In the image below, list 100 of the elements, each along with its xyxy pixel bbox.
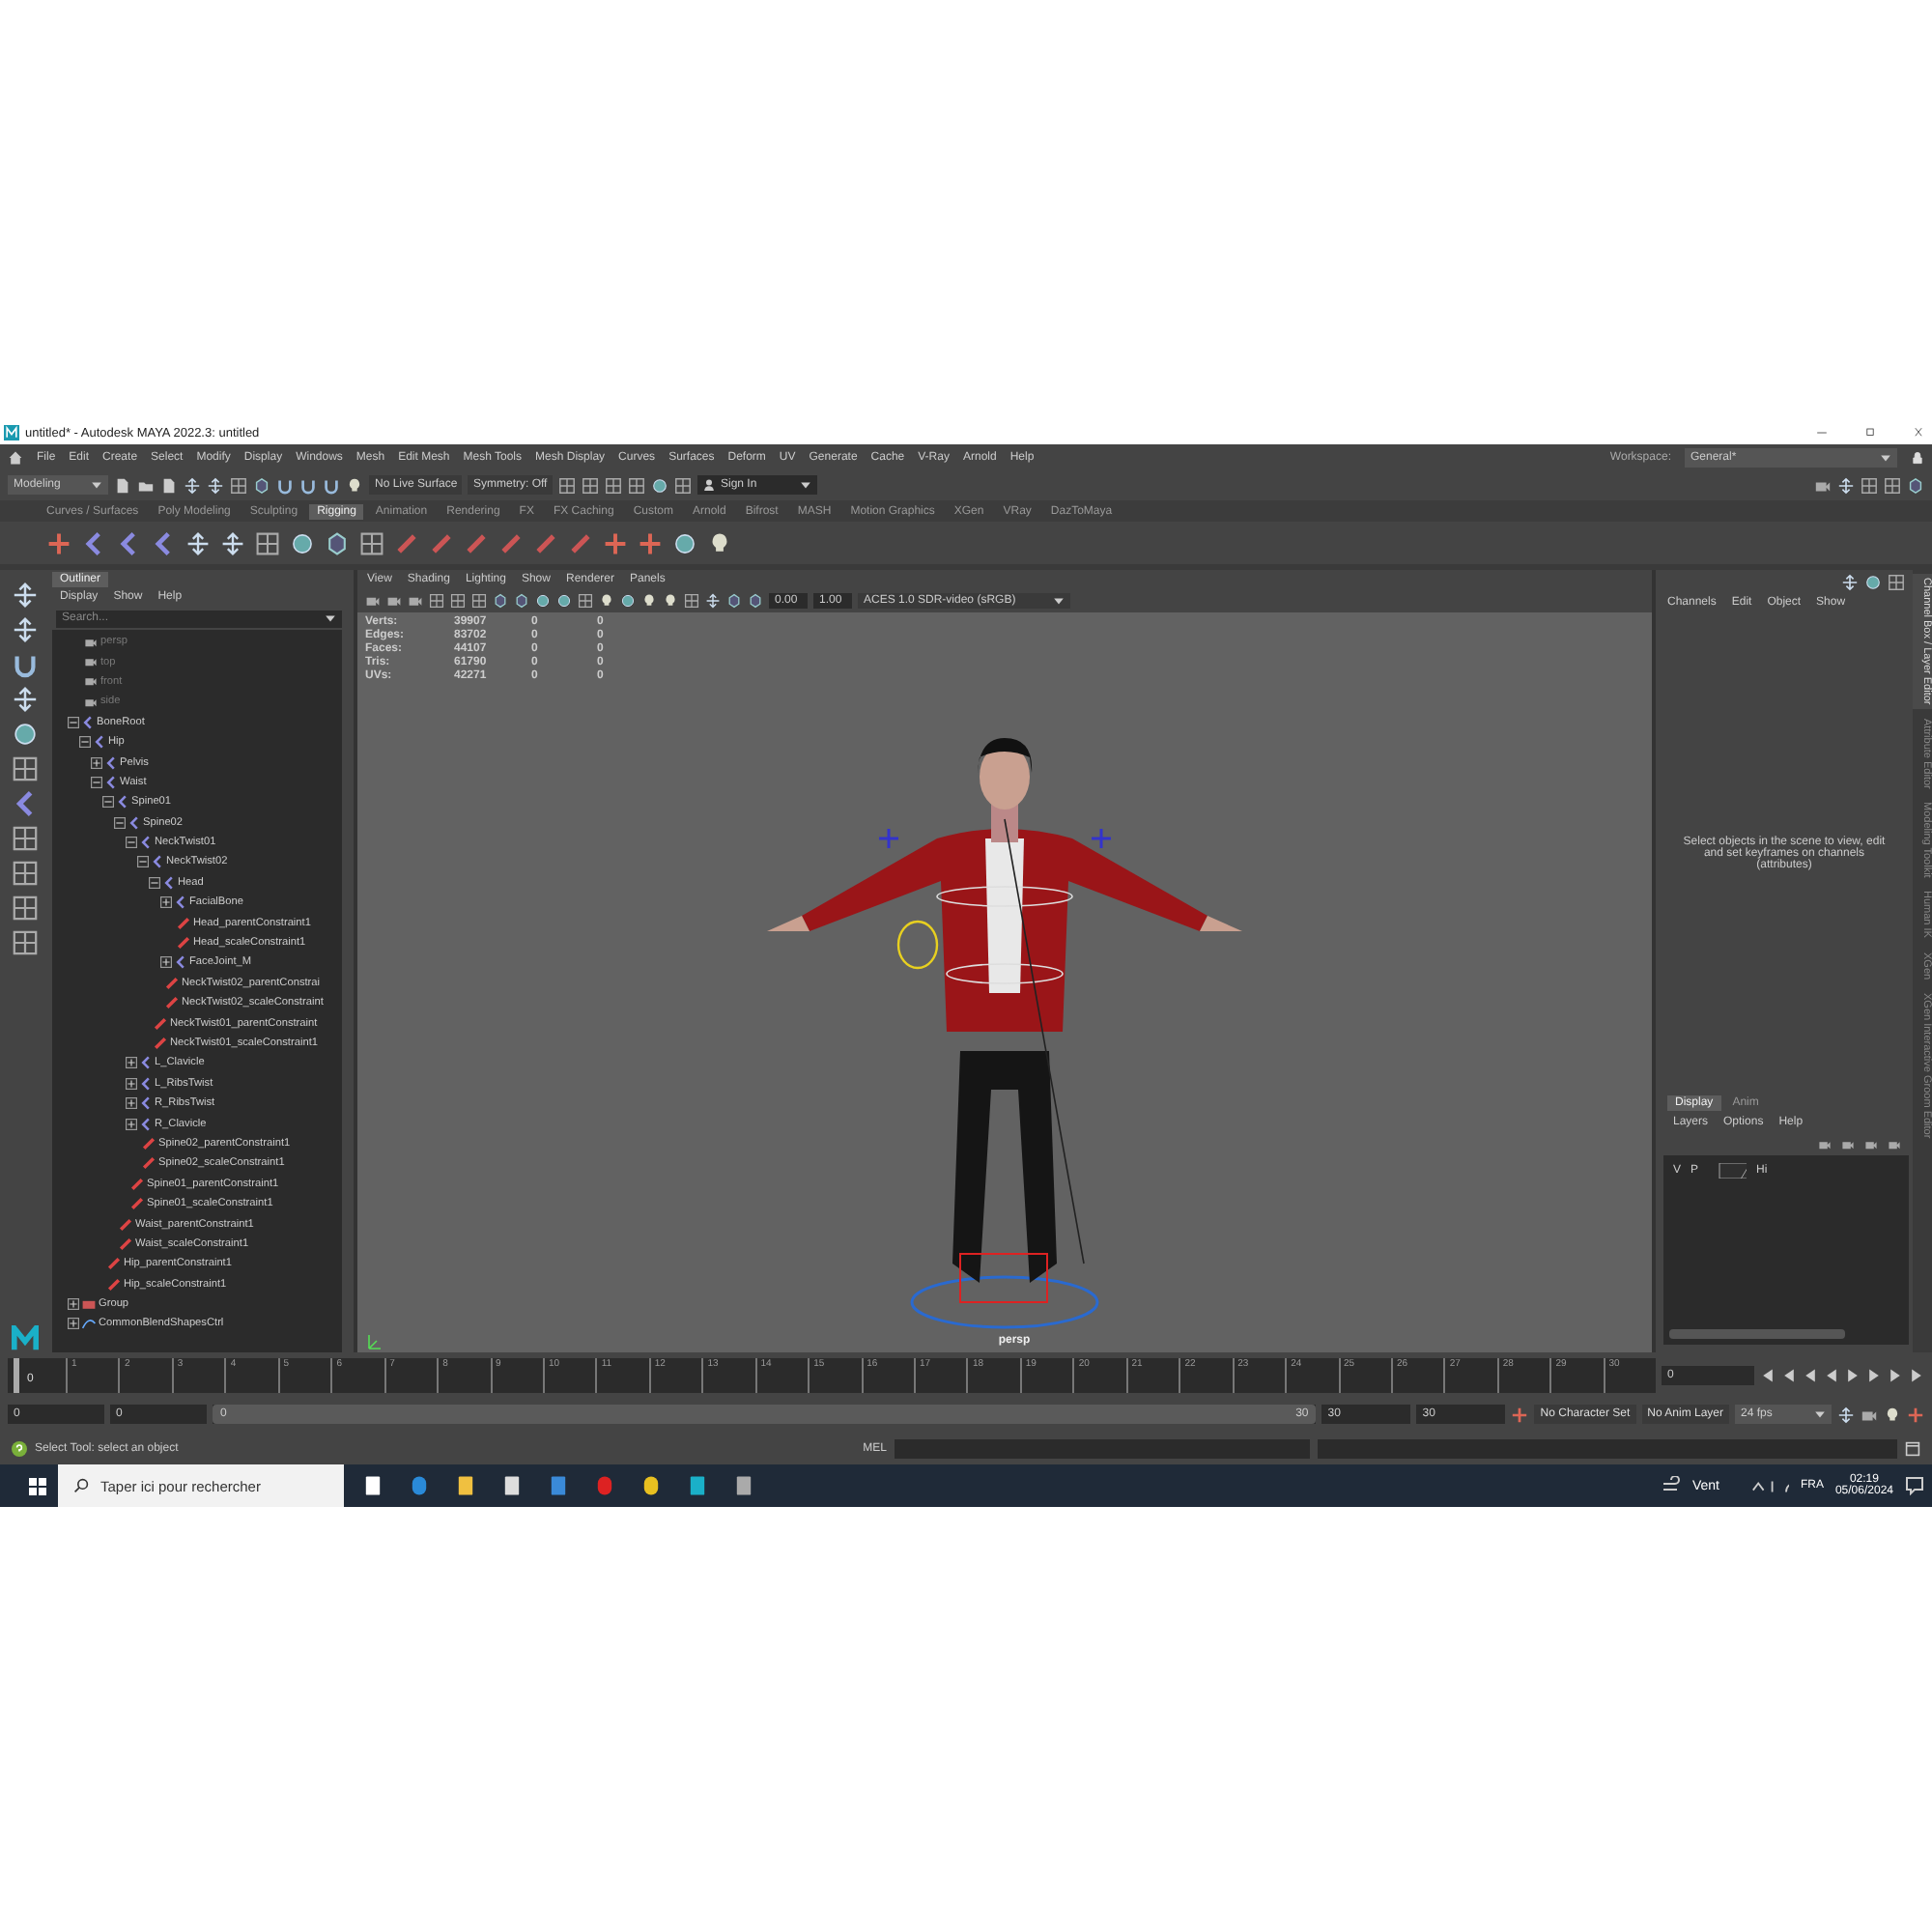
bulb-icon[interactable]	[707, 530, 732, 555]
expand-icon[interactable]	[126, 1097, 137, 1110]
dropdown-caret-icon[interactable]	[1814, 1408, 1826, 1420]
grid-icon[interactable]	[605, 476, 622, 494]
move-icon[interactable]	[184, 476, 201, 494]
expand-icon[interactable]	[68, 1298, 79, 1311]
move-icon[interactable]	[11, 616, 38, 643]
move-icon[interactable]	[11, 686, 38, 713]
grid-icon[interactable]	[11, 929, 38, 956]
file-icon[interactable]	[160, 476, 178, 494]
playback-next-key-icon[interactable]	[1888, 1367, 1903, 1382]
sphere-icon[interactable]	[651, 476, 668, 494]
move-icon[interactable]	[1837, 476, 1855, 494]
expand-icon[interactable]	[126, 1118, 137, 1130]
camera-icon[interactable]	[1888, 1137, 1901, 1151]
expand-icon[interactable]	[68, 1318, 79, 1330]
camera-icon[interactable]	[1861, 1406, 1878, 1423]
sphere-icon[interactable]	[672, 530, 697, 555]
weather-icon[interactable]	[1661, 1476, 1681, 1495]
collapse-icon[interactable]	[137, 856, 149, 868]
dropdown-caret-icon[interactable]	[91, 479, 102, 491]
sphere-icon[interactable]	[290, 530, 315, 555]
expand-icon[interactable]	[126, 1077, 137, 1090]
cross-icon[interactable]	[46, 530, 71, 555]
dropdown-caret-icon[interactable]	[800, 479, 811, 491]
home-icon[interactable]	[8, 449, 23, 465]
move-icon[interactable]	[705, 592, 721, 608]
cross-icon[interactable]	[638, 530, 663, 555]
camera-icon[interactable]	[1814, 476, 1832, 494]
camera-icon[interactable]	[1818, 1137, 1832, 1151]
bulb-icon[interactable]	[346, 476, 363, 494]
camera-icon[interactable]	[408, 592, 423, 608]
lock-icon[interactable]	[1911, 449, 1924, 465]
grid-icon[interactable]	[1861, 476, 1878, 494]
grid-icon[interactable]	[450, 592, 466, 608]
joint-icon[interactable]	[151, 530, 176, 555]
playback-next-icon[interactable]	[1866, 1367, 1882, 1382]
notification-icon[interactable]	[1905, 1476, 1924, 1495]
camera-icon[interactable]	[386, 592, 402, 608]
cross-icon[interactable]	[1511, 1406, 1529, 1423]
file-icon[interactable]	[114, 476, 131, 494]
grid-icon[interactable]	[1884, 476, 1901, 494]
grid-icon[interactable]	[674, 476, 692, 494]
grid-icon[interactable]	[11, 895, 38, 922]
sphere-icon[interactable]	[11, 721, 38, 748]
grid-icon[interactable]	[471, 592, 487, 608]
command-line-field[interactable]	[895, 1438, 1310, 1458]
expand-icon[interactable]	[126, 1057, 137, 1069]
bulb-icon[interactable]	[599, 592, 614, 608]
cube-icon[interactable]	[325, 530, 350, 555]
dropdown-caret-icon[interactable]	[1053, 594, 1065, 606]
cube-icon[interactable]	[253, 476, 270, 494]
grid-icon[interactable]	[11, 825, 38, 852]
grid-icon[interactable]	[429, 592, 444, 608]
grid-icon[interactable]	[684, 592, 699, 608]
cube-icon[interactable]	[1907, 476, 1924, 494]
bulb-icon[interactable]	[1884, 1406, 1901, 1423]
collapse-icon[interactable]	[114, 816, 126, 829]
expand-icon[interactable]	[91, 756, 102, 769]
grid-icon[interactable]	[255, 530, 280, 555]
move-icon[interactable]	[220, 530, 245, 555]
grid-icon[interactable]	[582, 476, 599, 494]
grid-icon[interactable]	[558, 476, 576, 494]
playback-play-icon[interactable]	[1845, 1367, 1861, 1382]
grid-icon[interactable]	[11, 860, 38, 887]
grid-icon[interactable]	[11, 755, 38, 782]
collapse-icon[interactable]	[79, 736, 91, 749]
grid-icon[interactable]	[230, 476, 247, 494]
playback-first-icon[interactable]	[1760, 1367, 1776, 1382]
grid-icon[interactable]	[359, 530, 384, 555]
move-icon[interactable]	[207, 476, 224, 494]
grid-icon[interactable]	[578, 592, 593, 608]
move-icon[interactable]	[11, 582, 38, 609]
joint-icon[interactable]	[116, 530, 141, 555]
playback-back-icon[interactable]	[1824, 1367, 1839, 1382]
joint-icon[interactable]	[81, 530, 106, 555]
move-icon[interactable]	[1837, 1406, 1855, 1423]
joint-icon[interactable]	[11, 790, 38, 817]
playback-last-icon[interactable]	[1909, 1367, 1924, 1382]
camera-icon[interactable]	[365, 592, 381, 608]
sphere-icon[interactable]	[1864, 573, 1882, 590]
magnet-icon[interactable]	[11, 651, 38, 678]
collapse-icon[interactable]	[126, 837, 137, 849]
collapse-icon[interactable]	[68, 716, 79, 728]
time-slider-playhead[interactable]	[14, 1357, 19, 1392]
horizontal-scrollbar[interactable]	[1669, 1329, 1845, 1339]
sphere-icon[interactable]	[620, 592, 636, 608]
collapse-icon[interactable]	[149, 876, 160, 889]
move-icon[interactable]	[1841, 573, 1859, 590]
script-editor-icon[interactable]	[1905, 1440, 1920, 1456]
playback-prev-key-icon[interactable]	[1781, 1367, 1797, 1382]
dropdown-caret-icon[interactable]	[325, 612, 336, 624]
cross-icon[interactable]	[1907, 1406, 1924, 1423]
expand-icon[interactable]	[160, 956, 172, 969]
user-icon[interactable]	[703, 479, 715, 491]
collapse-icon[interactable]	[102, 796, 114, 809]
dropdown-caret-icon[interactable]	[1880, 451, 1891, 463]
expand-icon[interactable]	[160, 896, 172, 909]
playback-prev-icon[interactable]	[1803, 1367, 1818, 1382]
help-icon[interactable]	[12, 1440, 27, 1456]
